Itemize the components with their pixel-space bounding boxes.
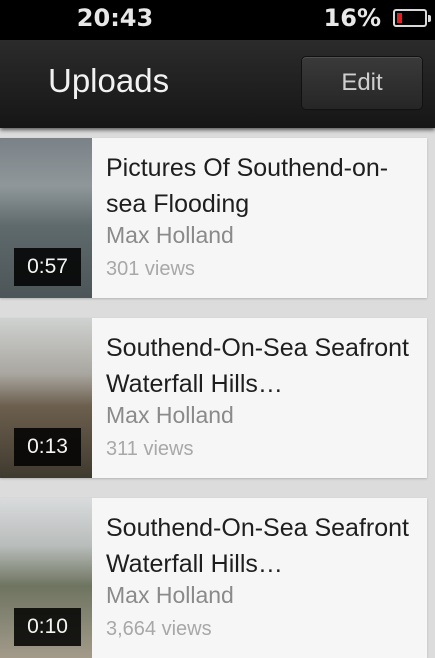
list-item[interactable]: 0:10 Southend-On-Sea Seafront Waterfall … <box>0 498 427 658</box>
list-item[interactable]: 0:13 Southend-On-Sea Seafront Waterfall … <box>0 318 427 478</box>
page-title: Uploads <box>48 62 170 99</box>
navigation-bar: Uploads Edit <box>0 40 435 128</box>
video-author: Max Holland <box>106 402 234 428</box>
video-views: 3,664 views <box>106 618 212 640</box>
duration-badge: 0:57 <box>14 248 81 286</box>
video-title: Pictures Of Southend-on-sea Flooding <box>106 154 389 218</box>
status-time: 20:43 <box>76 4 154 32</box>
video-author: Max Holland <box>106 582 234 608</box>
video-views: 301 views <box>106 258 195 280</box>
video-thumbnail[interactable]: 0:13 <box>0 318 92 478</box>
status-bar: 20:43 16% <box>0 0 435 40</box>
video-title: Southend-On-Sea Seafront Waterfall Hills… <box>106 334 409 398</box>
video-thumbnail[interactable]: 0:10 <box>0 498 92 658</box>
duration-badge: 0:13 <box>14 428 81 466</box>
video-thumbnail[interactable]: 0:57 <box>0 138 92 298</box>
video-title: Southend-On-Sea Seafront Waterfall Hills… <box>106 514 409 578</box>
video-author: Max Holland <box>106 222 234 248</box>
video-views: 311 views <box>106 438 194 460</box>
list-item[interactable]: 0:57 Pictures Of Southend-on-sea Floodin… <box>0 138 427 298</box>
battery-percent: 16% <box>323 4 381 32</box>
battery-icon <box>393 9 431 27</box>
edit-button[interactable]: Edit <box>301 56 423 110</box>
duration-badge: 0:10 <box>14 608 81 646</box>
